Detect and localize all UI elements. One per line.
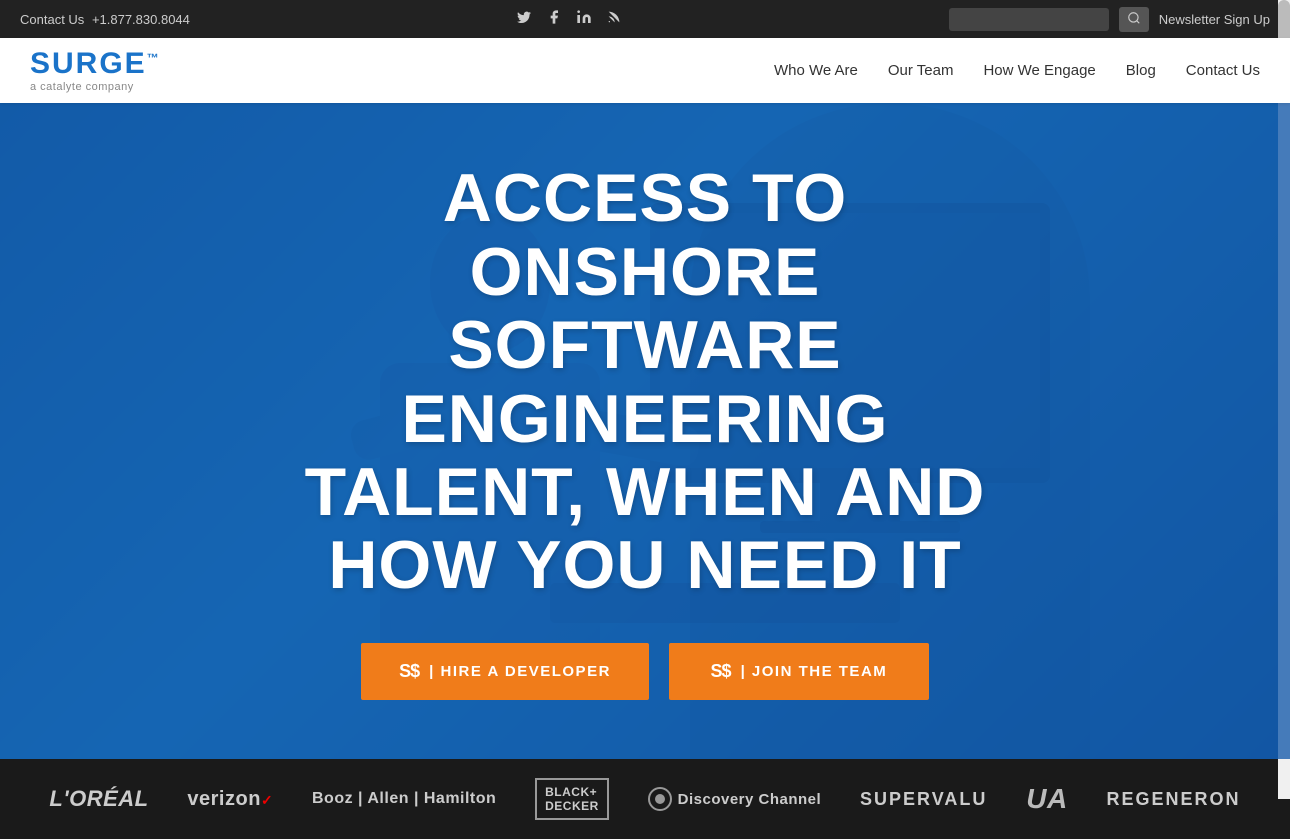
client-loreal: L'ORÉAL (49, 786, 148, 812)
phone-number: +1.877.830.8044 (92, 12, 190, 27)
nav-how-we-engage[interactable]: How We Engage (983, 62, 1095, 79)
clients-bar: L'ORÉAL verizon✓ Booz | Allen | Hamilton… (0, 759, 1290, 839)
top-bar: Contact Us +1.877.830.8044 Newsletter Si… (0, 0, 1290, 38)
client-booz: Booz | Allen | Hamilton (312, 790, 496, 808)
client-verizon: verizon✓ (187, 788, 273, 811)
hero-section: ACCESS TO ONSHORE SOFTWARE ENGINEERING T… (0, 103, 1290, 759)
nav-who-we-are[interactable]: Who We Are (774, 62, 858, 79)
hire-btn-label: | HIRE A DEVELOPER (429, 663, 611, 680)
linkedin-link[interactable] (576, 9, 592, 29)
client-supervalu: SUPERVALU (860, 789, 987, 810)
nav-bar: SURGE™ a catalyte company Who We Are Our… (0, 38, 1290, 103)
logo[interactable]: SURGE™ a catalyte company (30, 49, 161, 93)
join-btn-label: | JOIN THE TEAM (741, 663, 888, 680)
hero-content: ACCESS TO ONSHORE SOFTWARE ENGINEERING T… (245, 162, 1045, 700)
hire-btn-icon: S$ (399, 661, 419, 682)
twitter-link[interactable] (516, 9, 532, 29)
join-btn-icon: S$ (711, 661, 731, 682)
contact-info: Contact Us +1.877.830.8044 (20, 12, 190, 27)
client-under-armour: UA (1026, 783, 1067, 815)
search-button[interactable] (1119, 7, 1149, 32)
client-blackdecker: BLACK+DECKER (535, 778, 609, 821)
contact-label: Contact Us (20, 12, 84, 27)
nav-contact-us[interactable]: Contact Us (1186, 62, 1260, 79)
nav-links: Who We Are Our Team How We Engage Blog C… (774, 62, 1260, 79)
nav-blog[interactable]: Blog (1126, 62, 1156, 79)
search-input[interactable] (949, 8, 1109, 31)
client-regeneron: REGENERON (1107, 789, 1241, 810)
hero-buttons: S$ | HIRE A DEVELOPER S$ | JOIN THE TEAM (265, 643, 1025, 700)
rss-link[interactable] (606, 9, 622, 29)
nav-our-team[interactable]: Our Team (888, 62, 954, 79)
newsletter-link[interactable]: Newsletter Sign Up (1159, 12, 1270, 27)
top-bar-right: Newsletter Sign Up (949, 7, 1270, 32)
client-discovery: Discovery Channel (648, 787, 822, 811)
logo-tagline: a catalyte company (30, 81, 161, 93)
social-links (516, 9, 622, 29)
logo-text: SURGE™ (30, 49, 161, 79)
hero-title: ACCESS TO ONSHORE SOFTWARE ENGINEERING T… (265, 162, 1025, 603)
join-team-button[interactable]: S$ | JOIN THE TEAM (669, 643, 929, 700)
facebook-link[interactable] (546, 9, 562, 29)
hire-developer-button[interactable]: S$ | HIRE A DEVELOPER (361, 643, 649, 700)
